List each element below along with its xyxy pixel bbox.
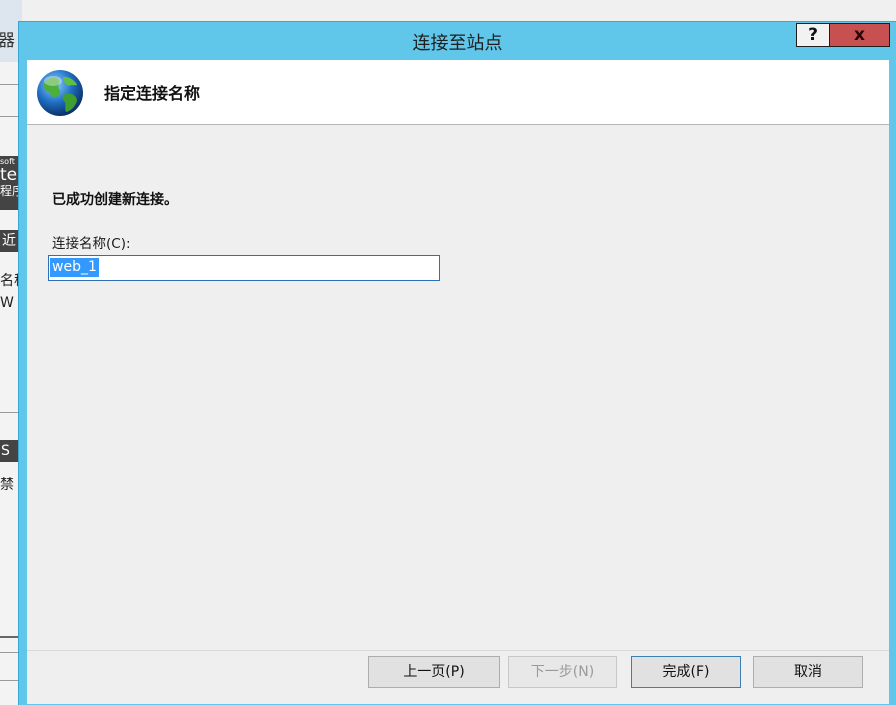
wizard-step-title: 指定连接名称 (104, 84, 201, 103)
help-button[interactable]: ? (796, 23, 830, 47)
next-button[interactable]: 下一步(N) (508, 656, 617, 688)
background-title-fragment: 器 (0, 31, 15, 51)
dialog-titlebar[interactable]: 连接至站点 ? x (19, 22, 896, 60)
success-message: 已成功创建新连接。 (52, 192, 178, 208)
connection-name-input[interactable]: web_1 (48, 255, 440, 281)
wizard-header: 指定连接名称 (27, 60, 889, 125)
background-section-text: 近 (2, 233, 16, 249)
connect-to-site-dialog: 连接至站点 ? x 指定连接名称 已成功创建新连接。 连接名称(C): web_… (18, 21, 896, 705)
globe-icon (37, 70, 83, 116)
background-text: W (0, 295, 14, 311)
close-button[interactable]: x (830, 23, 890, 47)
dialog-title: 连接至站点 (412, 33, 503, 54)
footer-divider (27, 650, 889, 651)
background-text: 禁 (0, 477, 14, 493)
back-button[interactable]: 上一页(P) (368, 656, 500, 688)
cancel-button[interactable]: 取消 (753, 656, 863, 688)
connection-name-label: 连接名称(C): (52, 236, 131, 252)
finish-button[interactable]: 完成(F) (631, 656, 741, 688)
connection-name-value: web_1 (50, 258, 99, 277)
dialog-body: 指定连接名称 已成功创建新连接。 连接名称(C): web_1 上一页(P) 下… (27, 60, 889, 704)
background-section-text: S (1, 443, 10, 459)
